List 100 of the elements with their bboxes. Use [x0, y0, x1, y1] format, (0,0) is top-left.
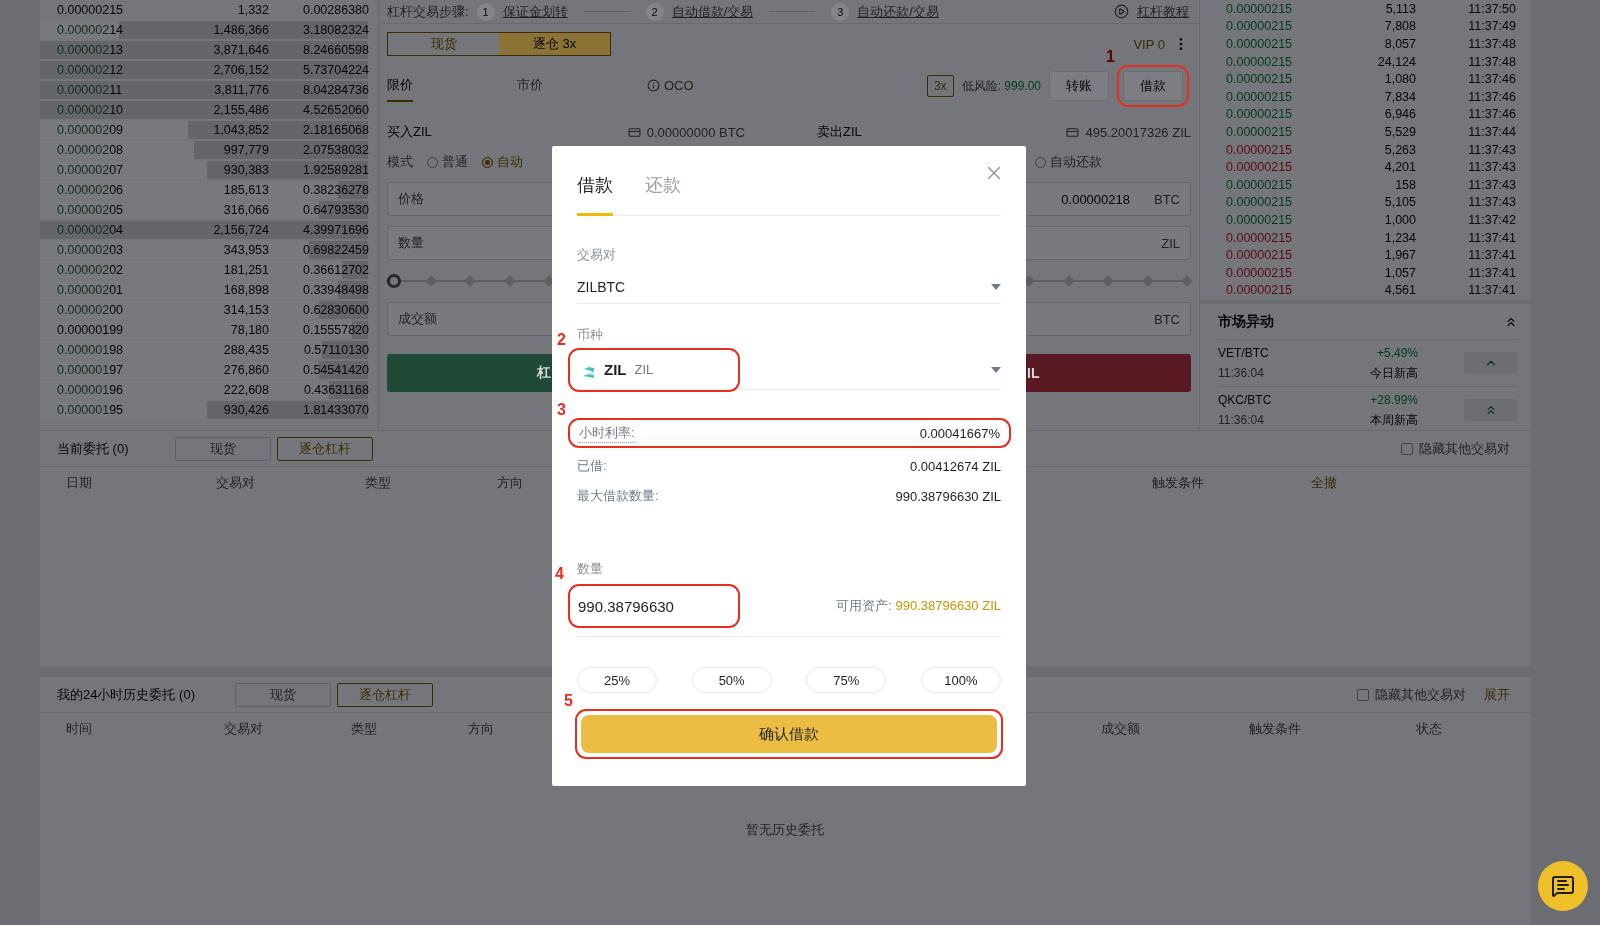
borrow-button[interactable]: 借款 [1123, 71, 1183, 101]
trade-amount: 7,834 [1384, 89, 1416, 104]
unit-label: ZIL [1161, 235, 1180, 251]
step-link[interactable]: 保证金划转 [502, 2, 568, 21]
price-text: 0.00000215 [57, 3, 124, 17]
order-type-tab[interactable]: OCO [647, 70, 708, 102]
account-tab[interactable]: 现货 [388, 33, 499, 55]
price-text: 0.00000209 [57, 123, 124, 137]
trade-time: 11:37:43 [1468, 142, 1516, 157]
slider-tick [424, 275, 437, 287]
amount-field[interactable]: ZIL [1025, 226, 1191, 260]
trade-time: 11:37:50 [1468, 1, 1516, 16]
step-link[interactable]: 自动借款/交易 [671, 2, 754, 21]
price-text: 0.00000214 [57, 23, 124, 37]
checkbox-label: 隐藏其他交易对 [1375, 685, 1466, 704]
price-text: 0.00000200 [57, 303, 124, 317]
filter-tab[interactable]: 现货 [175, 436, 271, 461]
radio-option[interactable]: 自动 [482, 153, 523, 171]
field-label: 数量 [577, 560, 604, 578]
chat-icon [1551, 874, 1575, 898]
caret-icon [991, 366, 1001, 373]
filter-tab[interactable]: 现货 [235, 682, 331, 707]
trade-time: 11:37:43 [1468, 195, 1516, 210]
trade-amount: 5,263 [1384, 142, 1416, 157]
filter-tab[interactable]: 逐仓杠杆 [277, 436, 373, 461]
transfer-button[interactable]: 转账 [1049, 71, 1109, 101]
column-header: 类型 [365, 474, 391, 492]
dialog-tab[interactable]: 还款 [645, 173, 681, 216]
cancel-all-link[interactable]: 全撤 [1311, 474, 1337, 492]
trade-amount: 4,201 [1384, 160, 1416, 175]
total-text: 0.62830600 [302, 303, 369, 317]
price-text: 0.00000197 [57, 363, 124, 377]
percent-button[interactable]: 100% [920, 667, 1001, 693]
price-field[interactable]: 0.00000218 BTC [1025, 182, 1191, 216]
total-text: 0.57110130 [303, 343, 369, 357]
amount-text: 1,332 [237, 3, 269, 17]
slider-tick [464, 275, 476, 287]
order-type-tab[interactable]: 限价 [387, 70, 413, 102]
total-field[interactable]: BTC [1025, 302, 1191, 336]
tutorial-link[interactable]: 杠杆教程 [1137, 2, 1189, 21]
checkbox[interactable] [1357, 688, 1369, 701]
radio-option[interactable]: 自动还款 [1035, 153, 1102, 171]
trade-amount: 5,113 [1385, 1, 1416, 16]
dialog-tab[interactable]: 借款 [577, 173, 613, 216]
percent-button[interactable]: 50% [691, 667, 772, 693]
sell-button[interactable]: IL [1025, 354, 1191, 392]
buy-title: 买入ZIL [387, 123, 432, 141]
price-text: 0.00000199 [57, 323, 124, 337]
account-tab[interactable]: 逐仓 3x [499, 33, 610, 55]
filter-tab[interactable]: 逐仓杠杆 [337, 682, 433, 707]
amount-text: 1,043,852 [213, 123, 269, 137]
play-icon [1114, 4, 1129, 19]
amount-input[interactable]: 990.38796630 [568, 584, 740, 628]
field-label: 交易对 [577, 246, 617, 264]
pair-select[interactable]: ZILBTC [577, 270, 1001, 304]
amount-text: 930,426 [223, 403, 269, 417]
chat-button[interactable] [1538, 861, 1588, 911]
trade-time: 11:37:49 [1468, 19, 1516, 34]
trade-time: 11:37:48 [1468, 54, 1516, 69]
amount-text: 185,613 [223, 183, 269, 197]
trade-price: 0.00000215 [1226, 89, 1293, 104]
step-number: 3 [557, 401, 566, 419]
total-text: 0.15557820 [302, 323, 369, 337]
total-text: 0.69822459 [302, 243, 369, 257]
percent-button[interactable]: 75% [806, 667, 887, 693]
trade-amount: 1,234 [1384, 230, 1416, 245]
price-text: 0.00000201 [57, 283, 124, 297]
expand-link[interactable]: 展开 [1484, 685, 1510, 704]
buy-button[interactable]: 杠 [387, 354, 553, 392]
price-text: 0.00000208 [57, 143, 124, 157]
price-field[interactable]: 价格 [387, 182, 553, 216]
order-type-tab[interactable]: 市价 [517, 70, 543, 102]
wallet-icon [1066, 125, 1080, 139]
amount-text: 181,251 [223, 263, 269, 277]
total-text: 2.07538032 [302, 143, 369, 157]
total-text: 0.00286380 [302, 3, 369, 17]
slider-thumb[interactable] [387, 274, 401, 288]
coin-symbol: ZIL [604, 361, 627, 378]
amount-text: 222,608 [223, 383, 269, 397]
step-badge: 1 [476, 2, 495, 21]
total-text: 0.43631168 [303, 383, 369, 397]
trade-amount: 158 [1395, 177, 1416, 192]
amount-text: 288,435 [223, 343, 269, 357]
amount-text: 168,898 [223, 283, 269, 297]
trade-amount: 5,529 [1384, 124, 1416, 139]
total-field[interactable]: 成交额 [387, 302, 553, 336]
trade-price: 0.00000215 [1226, 177, 1293, 192]
amount-field[interactable]: 数量 [387, 226, 553, 260]
stat-value: 990.38796630 ZIL [895, 488, 1001, 504]
amount-text: 316,066 [223, 203, 269, 217]
total-text: 0.36612702 [302, 263, 369, 277]
price-text: 0.00000204 [57, 223, 124, 237]
total-text: 4.52652060 [302, 103, 369, 117]
confirm-button[interactable]: 确认借款 [581, 715, 997, 753]
slider-tick [1062, 275, 1075, 287]
step-link[interactable]: 自动还款/交易 [857, 2, 939, 21]
radio-option[interactable]: 普通 [427, 153, 468, 171]
trade-amount: 7,808 [1384, 19, 1416, 34]
percent-button[interactable]: 25% [577, 667, 657, 693]
checkbox[interactable] [1401, 442, 1413, 455]
